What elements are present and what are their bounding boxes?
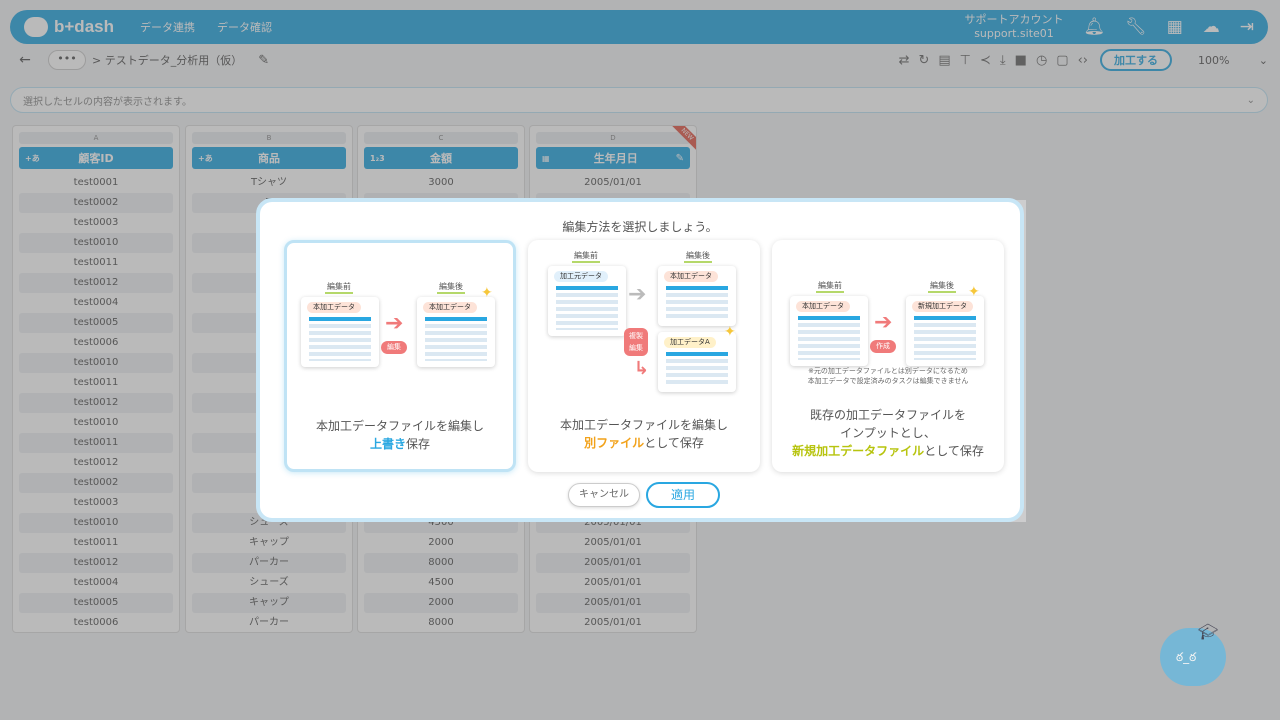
option-line2: 別ファイルとして保存 — [528, 434, 760, 452]
label-after: 編集後 — [928, 280, 956, 293]
option-line1: 既存の加工データファイルを — [809, 408, 966, 422]
dialog-title: 編集方法を選択しましょう。 — [562, 220, 718, 234]
sheet-grid — [666, 286, 728, 320]
sheet-after-label: 本加工データ — [423, 302, 477, 313]
sheet-source-label: 加工元データ — [554, 271, 608, 282]
sheet-after: 本加工データ — [658, 266, 736, 326]
sheet-grid — [914, 316, 976, 360]
action-pill: 編集 — [381, 341, 407, 354]
option-line2-rest: 保存 — [406, 437, 431, 451]
option-line1: 本加工データファイルを編集し — [315, 419, 484, 433]
sheet-grid — [425, 317, 487, 361]
mascot-face-icon: ఠ_ఠ — [1176, 650, 1197, 664]
apply-button[interactable]: 適用 — [646, 482, 720, 508]
sheet-before-label: 本加工データ — [307, 302, 361, 313]
sheet-grid — [309, 317, 371, 361]
option-line3-rest: として保存 — [924, 444, 984, 458]
label-before: 編集前 — [325, 281, 353, 294]
sparkle-icon: ✦ — [968, 284, 980, 300]
option-copy-card[interactable]: 編集前 編集後 加工元データ ➔ 本加工データ 複製 編集 ↳ 加工データA ✦… — [528, 240, 760, 472]
action-pill: 作成 — [870, 340, 896, 353]
option-highlight: 上書き — [369, 437, 406, 451]
option-line2: インプットとし、 — [840, 426, 936, 440]
edit-method-dialog: 編集方法を選択しましょう。 編集前 編集後 本加工データ ➔ 編集 本加工データ… — [256, 198, 1024, 522]
mascot[interactable]: 🎓︎ ఠ_ఠ — [1160, 622, 1226, 686]
cancel-button[interactable]: キャンセル — [568, 483, 640, 507]
option-line3: 新規加工データファイルとして保存 — [772, 442, 1004, 460]
sheet-new: 加工データA — [658, 332, 736, 392]
sparkle-icon: ✦ — [724, 324, 736, 340]
action-pill: 複製 編集 — [624, 328, 648, 356]
option-note-line2: 本加工データで設定済みのタスクは編集できません — [807, 377, 969, 385]
arrow-right-icon: ➔ — [385, 311, 404, 336]
option-overwrite-card[interactable]: 編集前 編集後 本加工データ ➔ 編集 本加工データ ✦ 本加工データファイルを… — [284, 240, 516, 472]
option-highlight: 別ファイル — [584, 436, 645, 450]
sheet-grid — [798, 316, 860, 360]
sheet-before-label: 本加工データ — [796, 301, 850, 312]
label-before: 編集前 — [572, 250, 600, 263]
label-after: 編集後 — [437, 281, 465, 294]
label-after: 編集後 — [684, 250, 712, 263]
option-note: ※元の加工データファイルとは別データになるため 本加工データで設定済みのタスクは… — [772, 366, 1004, 386]
sheet-grid — [556, 286, 618, 330]
option-description: 本加工データファイルを編集し 上書き保存 — [287, 417, 513, 453]
option-line2-rest: として保存 — [644, 436, 704, 450]
sheet-after: 新規加工データ — [906, 296, 984, 366]
sheet-after: 本加工データ — [417, 297, 495, 367]
sheet-before: 本加工データ — [790, 296, 868, 366]
sheet-new-label: 加工データA — [664, 337, 716, 348]
sheet-after-label: 新規加工データ — [912, 301, 973, 312]
option-note-line1: ※元の加工データファイルとは別データになるため — [808, 367, 968, 375]
sparkle-icon: ✦ — [481, 285, 493, 301]
label-before: 編集前 — [816, 280, 844, 293]
option-line2: 上書き保存 — [287, 435, 513, 453]
option-description: 既存の加工データファイルを インプットとし、 新規加工データファイルとして保存 — [772, 406, 1004, 460]
arrow-down-right-icon: ↳ — [634, 358, 650, 379]
sheet-source: 加工元データ — [548, 266, 626, 336]
arrow-right-icon: ➔ — [874, 310, 893, 335]
graduation-cap-icon: 🎓︎ — [1198, 622, 1219, 641]
option-new-card[interactable]: 編集前 編集後 本加工データ ➔ 作成 新規加工データ ✦ ※元の加工データファ… — [772, 240, 1004, 472]
sheet-after-label: 本加工データ — [664, 271, 718, 282]
sheet-before: 本加工データ — [301, 297, 379, 367]
option-highlight: 新規加工データファイル — [792, 444, 925, 458]
option-description: 本加工データファイルを編集し 別ファイルとして保存 — [528, 416, 760, 452]
arrow-right-icon: ➔ — [628, 282, 647, 307]
sheet-grid — [666, 352, 728, 386]
option-line1: 本加工データファイルを編集し — [559, 418, 728, 432]
